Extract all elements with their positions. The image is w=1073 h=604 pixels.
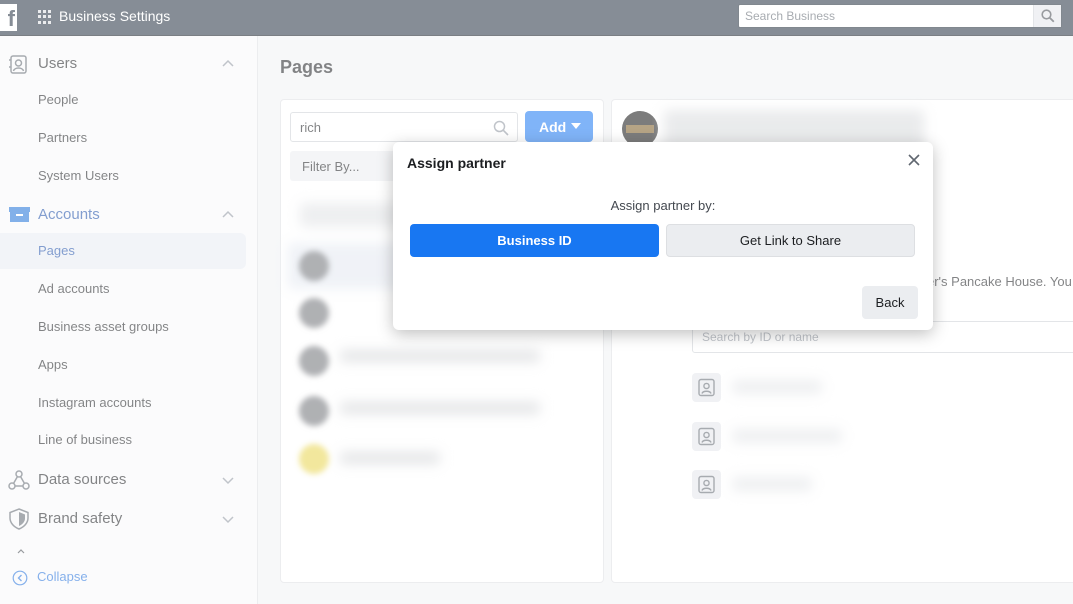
dialog-prompt: Assign partner by: [610,198,716,213]
close-icon[interactable] [907,153,921,167]
back-button[interactable]: Back [862,286,918,319]
get-link-to-share-button[interactable]: Get Link to Share [666,224,915,257]
assign-partner-dialog: Assign partner Assign partner by: Busine… [393,142,933,330]
dialog-title: Assign partner [407,155,506,171]
business-id-button[interactable]: Business ID [410,224,659,257]
